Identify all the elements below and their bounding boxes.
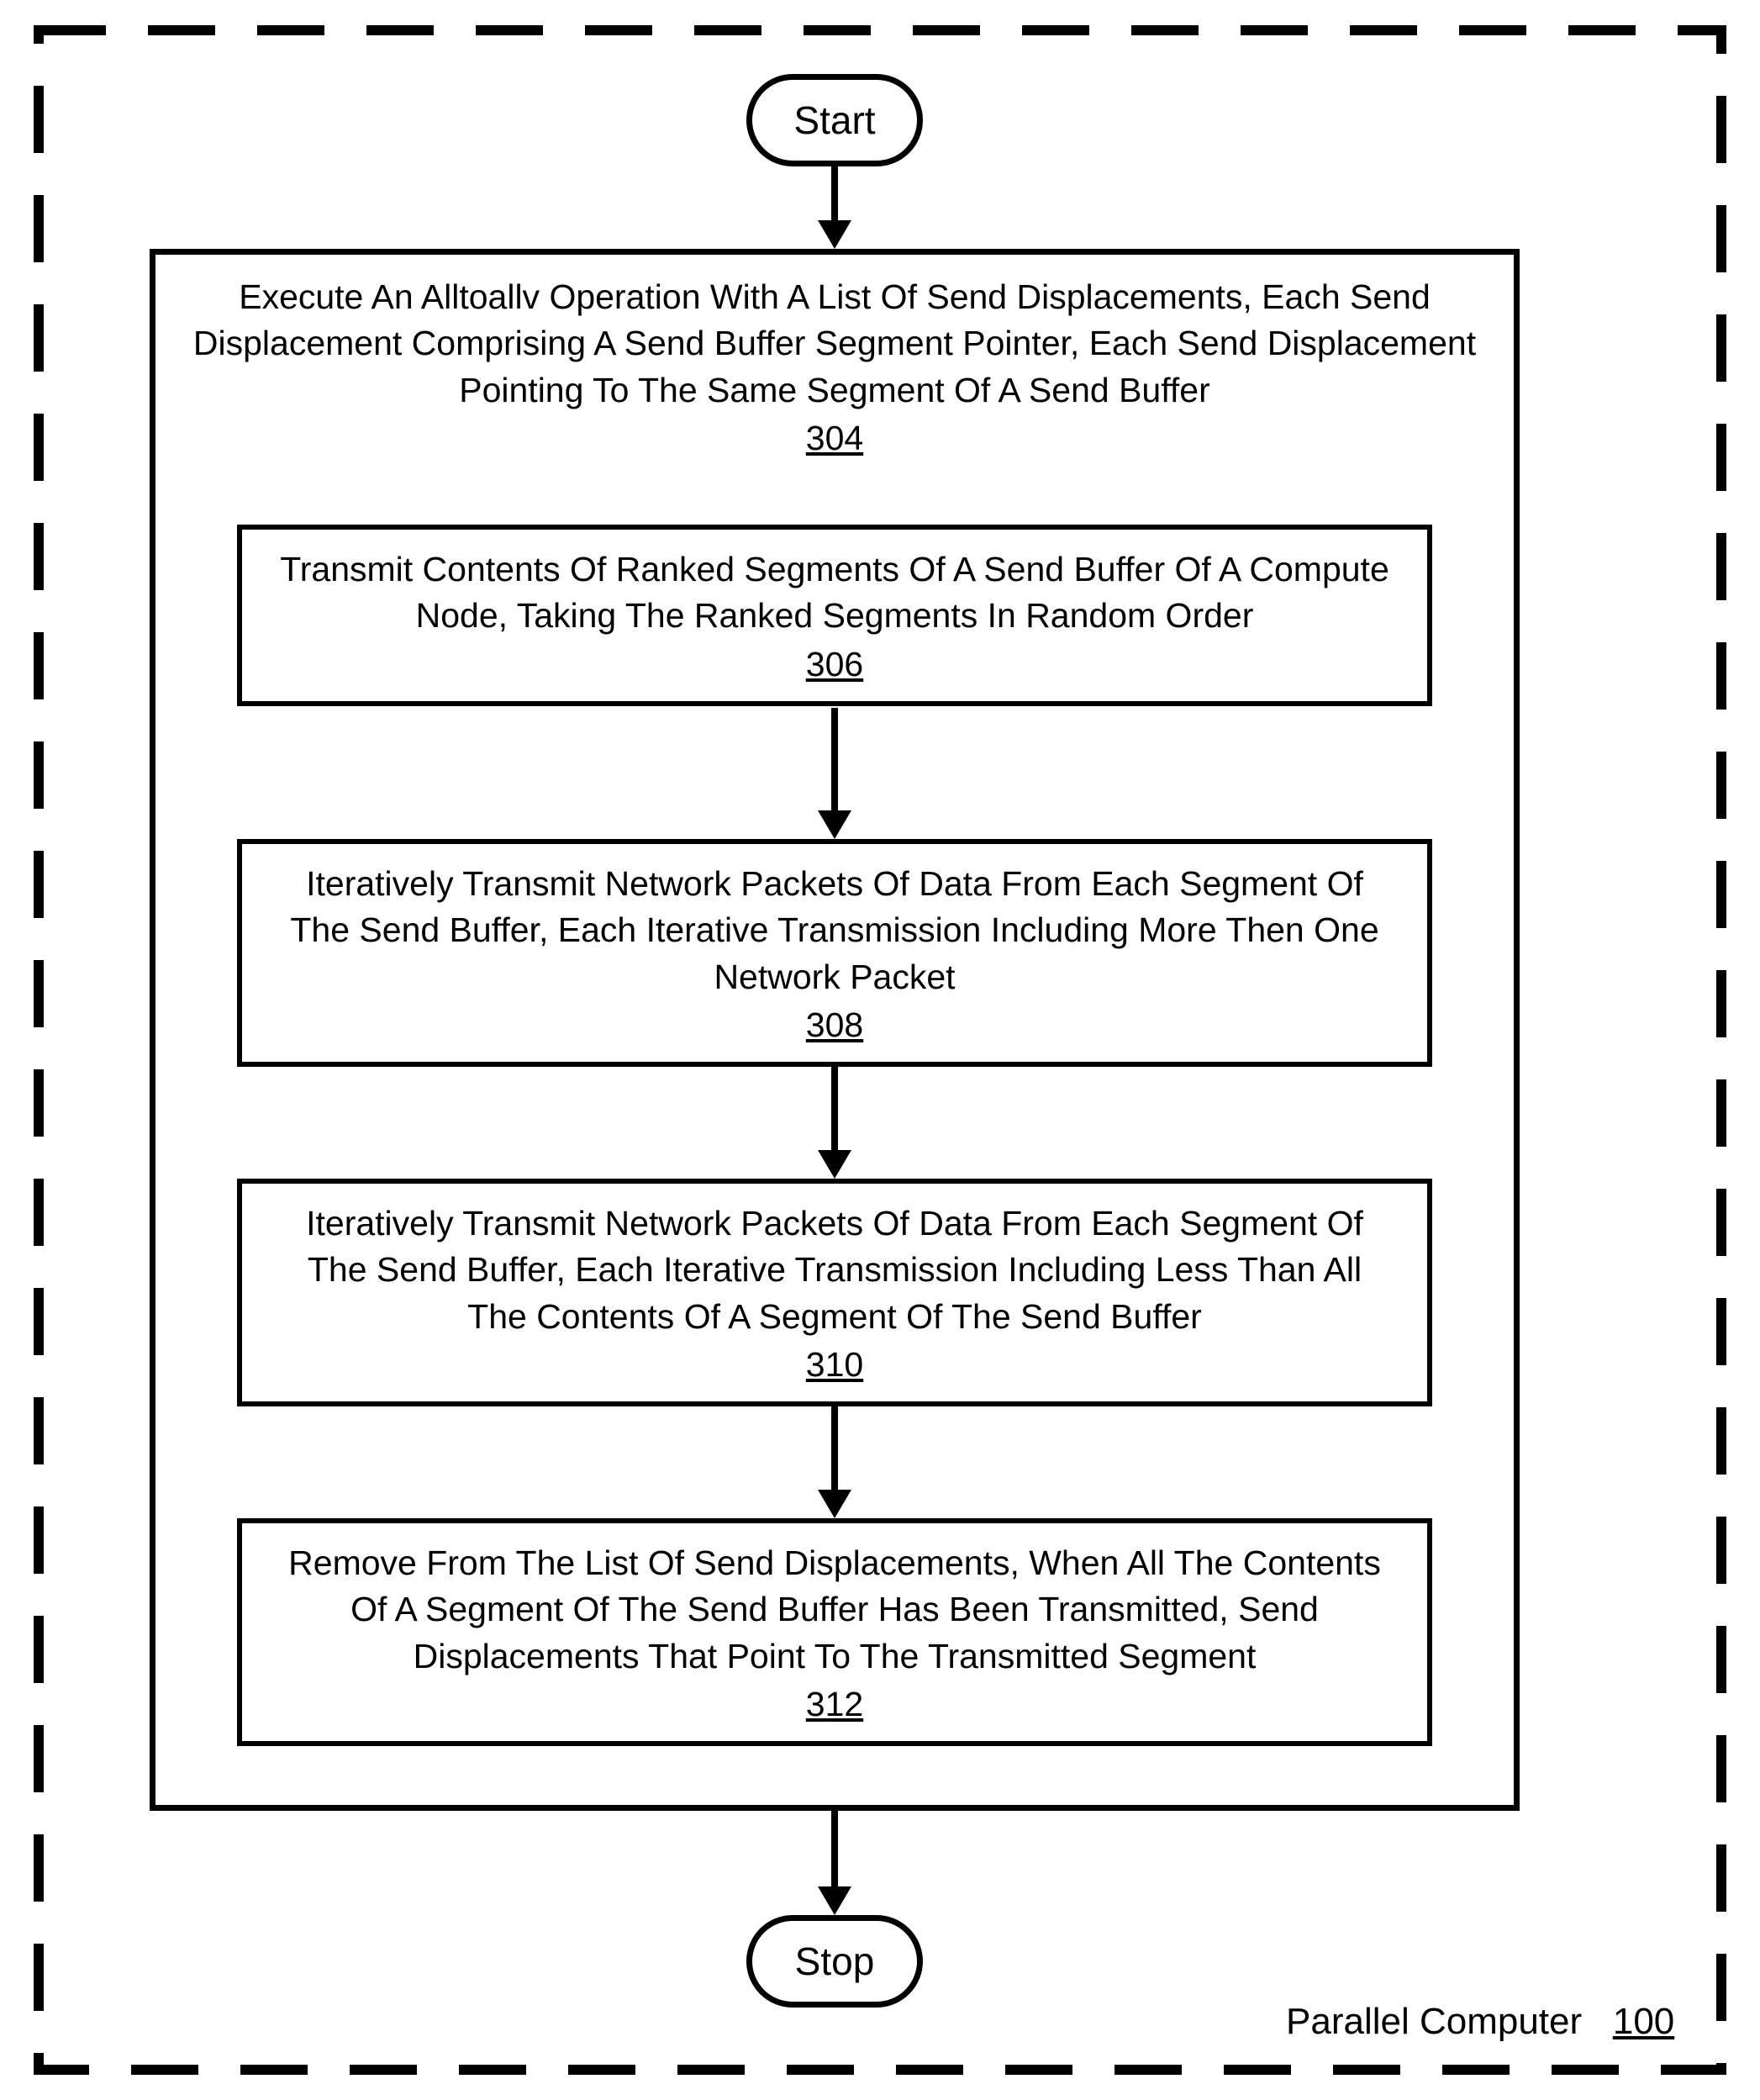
arrow-304-to-stop-head [818,1886,851,1915]
start-label: Start [793,98,875,143]
step-304-text-block: Execute An Alltoallv Operation With A Li… [185,274,1484,458]
step-312-ref: 312 [276,1685,1394,1724]
step-306-ref: 306 [276,645,1394,684]
stop-label: Stop [795,1939,875,1984]
step-310-text: Iteratively Transmit Network Packets Of … [276,1200,1394,1340]
step-306-box: Transmit Contents Of Ranked Segments Of … [237,525,1432,706]
arrow-start-to-304-head [818,220,851,249]
step-310-ref: 310 [276,1345,1394,1385]
footer-label: Parallel Computer 100 [1286,2001,1674,2043]
step-312-text: Remove From The List Of Send Displacemen… [276,1540,1394,1680]
arrow-306-to-308-head [818,810,851,839]
step-304-text: Execute An Alltoallv Operation With A Li… [185,274,1484,414]
step-310-box: Iteratively Transmit Network Packets Of … [237,1179,1432,1406]
arrow-304-to-stop [831,1811,838,1892]
arrow-308-to-310 [831,1064,838,1155]
arrow-308-to-310-head [818,1150,851,1179]
arrow-306-to-308 [831,708,838,815]
footer-text: Parallel Computer [1286,2001,1582,2042]
arrow-310-to-312 [831,1404,838,1495]
stop-terminator: Stop [746,1915,923,2008]
step-304-ref: 304 [185,419,1484,458]
step-308-text: Iteratively Transmit Network Packets Of … [276,861,1394,1000]
step-306-text: Transmit Contents Of Ranked Segments Of … [276,546,1394,640]
start-terminator: Start [746,74,923,166]
footer-ref: 100 [1613,2001,1674,2042]
flowchart-canvas: Start Execute An Alltoallv Operation Wit… [0,0,1760,2100]
arrow-start-to-304 [831,166,838,225]
step-312-box: Remove From The List Of Send Displacemen… [237,1518,1432,1746]
arrow-310-to-312-head [818,1490,851,1518]
step-308-ref: 308 [276,1005,1394,1045]
step-308-box: Iteratively Transmit Network Packets Of … [237,839,1432,1067]
